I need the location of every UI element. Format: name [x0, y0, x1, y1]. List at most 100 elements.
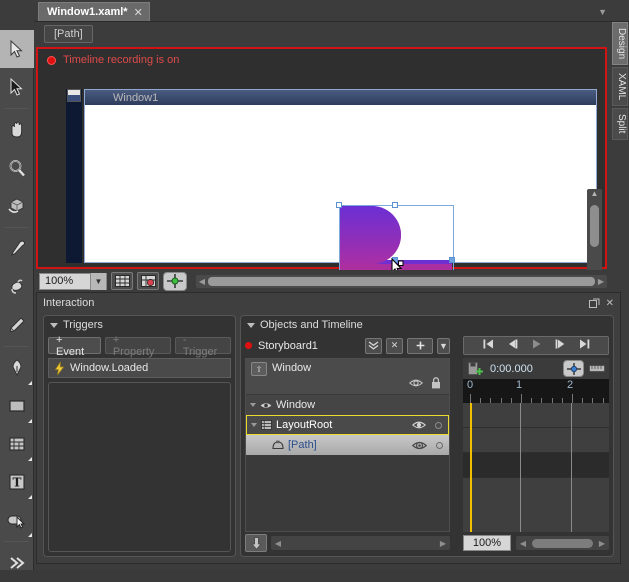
chevron-down-icon[interactable] [247, 323, 255, 328]
tab-design[interactable]: Design [612, 22, 628, 65]
scrollbar-thumb[interactable] [208, 277, 595, 286]
zoom-tool[interactable] [0, 149, 34, 187]
snap-to-gridlines-button[interactable] [137, 272, 159, 290]
timeline-lane[interactable] [463, 403, 609, 428]
document-tab-window1[interactable]: Window1.xaml* ✕ [38, 2, 150, 21]
timeline-current-time: 0:00.000 [490, 363, 533, 375]
breadcrumb-item-path[interactable]: [Path] [44, 25, 93, 43]
brush-tool[interactable] [0, 306, 34, 344]
eye-icon[interactable] [412, 420, 426, 430]
previous-frame-button[interactable] [507, 339, 518, 352]
chevron-down-icon[interactable] [250, 403, 256, 407]
timeline-zoom-value[interactable]: 100% [463, 535, 511, 551]
control-tool[interactable] [0, 501, 34, 539]
expression-blend-window: T Window1.xaml* ✕ ▼ [Path] Des [0, 0, 629, 570]
eyedropper-tool[interactable] [0, 230, 34, 268]
asset-library-tool[interactable] [0, 544, 34, 582]
float-window-icon[interactable] [589, 298, 600, 309]
storyboard-name[interactable]: Storyboard1 [258, 340, 318, 352]
storyboard-dropdown-button[interactable]: ▼ [437, 338, 450, 354]
triggers-panel-header[interactable]: Triggers [44, 316, 235, 334]
next-frame-button[interactable] [555, 339, 566, 352]
close-icon[interactable]: ✕ [606, 298, 614, 309]
close-storyboard-button[interactable]: ✕ [386, 338, 403, 354]
ruler-icon[interactable] [589, 363, 605, 374]
timeline-playhead[interactable] [470, 403, 472, 532]
add-property-trigger-button[interactable]: + Property [105, 337, 171, 354]
tree-row-layoutroot[interactable]: LayoutRoot [246, 415, 449, 435]
resize-handle-nw[interactable] [336, 202, 342, 208]
lock-icon[interactable] [431, 377, 441, 392]
move-down-button[interactable] [245, 534, 267, 552]
lock-toggle-icon[interactable] [435, 422, 442, 429]
paint-bucket-tool[interactable] [0, 268, 34, 306]
show-grid-button[interactable] [111, 272, 133, 290]
preview-window: Window1 [84, 89, 597, 263]
chevron-down-icon[interactable]: ▼ [598, 7, 607, 17]
play-button[interactable] [531, 339, 542, 352]
timeline-grid[interactable] [463, 403, 609, 532]
scrollbar-thumb[interactable] [590, 205, 599, 247]
selection-tool[interactable] [0, 30, 34, 68]
go-to-last-frame-button[interactable] [579, 339, 590, 352]
artboard[interactable]: Window1 [58, 75, 597, 263]
add-keyframe-icon[interactable] [468, 362, 483, 376]
scroll-left-icon[interactable]: ◀ [271, 539, 285, 548]
tab-split[interactable]: Split [612, 108, 628, 139]
record-dot-icon [245, 342, 252, 349]
scroll-right-icon[interactable]: ▶ [595, 277, 607, 286]
direct-selection-tool[interactable] [0, 68, 34, 106]
timeline-horizontal-scrollbar[interactable]: ◀ ▶ [516, 536, 609, 550]
trigger-actions-area[interactable] [48, 382, 231, 552]
zoom-level-value: 100% [45, 275, 73, 287]
new-storyboard-button[interactable] [407, 338, 433, 354]
artboard-horizontal-scrollbar[interactable]: ◀ ▶ [196, 275, 607, 288]
scroll-left-icon[interactable]: ◀ [196, 277, 208, 286]
resize-handle-center[interactable] [392, 257, 398, 263]
pen-tool[interactable] [0, 349, 34, 387]
tree-row-path[interactable]: [Path] [246, 435, 449, 455]
snap-icon [566, 362, 582, 376]
eye-icon[interactable] [412, 440, 427, 451]
tree-row-window[interactable]: Window [246, 395, 449, 415]
design-surface[interactable]: Timeline recording is on Window1 [36, 47, 607, 269]
eye-icon[interactable] [409, 378, 423, 391]
show-handles-button[interactable] [163, 272, 187, 291]
trigger-list-item[interactable]: Window.Loaded [48, 358, 231, 378]
timeline-recording-banner: Timeline recording is on [38, 49, 605, 71]
timeline-ruler[interactable]: 0 1 2 [463, 379, 609, 403]
add-event-trigger-button[interactable]: + Event [48, 337, 101, 354]
grid-layout-tool[interactable] [0, 425, 34, 463]
preview-window-body[interactable] [85, 105, 596, 262]
chevron-down-icon[interactable]: ▼ [90, 273, 106, 290]
object-tree-horizontal-scrollbar[interactable]: ◀ ▶ [271, 536, 450, 550]
scope-up-icon[interactable]: ⇧ [251, 362, 267, 376]
scroll-left-icon[interactable]: ◀ [516, 539, 530, 548]
scroll-right-icon[interactable]: ▶ [595, 539, 609, 548]
object-tree[interactable]: ⇧ Window [245, 358, 450, 532]
remove-trigger-button[interactable]: - Trigger [175, 337, 231, 354]
scroll-up-icon[interactable]: ▲ [587, 189, 602, 201]
text-tool[interactable]: T [0, 463, 34, 501]
resize-handle-e[interactable] [449, 257, 455, 263]
zoom-level-select[interactable]: 100% ▼ [39, 273, 107, 290]
timeline-lane[interactable] [463, 428, 609, 453]
snap-button[interactable] [563, 360, 584, 377]
resize-handle-n[interactable] [392, 202, 398, 208]
chevron-down-icon[interactable] [50, 323, 58, 328]
storyboard-options-button[interactable] [365, 338, 382, 354]
go-to-first-frame-button[interactable] [483, 339, 494, 352]
pan-tool[interactable] [0, 111, 34, 149]
arrow-icon [9, 40, 25, 58]
close-icon[interactable]: ✕ [134, 6, 143, 19]
scrollbar-thumb[interactable] [532, 539, 593, 548]
lock-toggle-icon[interactable] [436, 442, 443, 449]
scroll-right-icon[interactable]: ▶ [436, 539, 450, 548]
tool-separator [4, 346, 29, 347]
rectangle-tool[interactable] [0, 387, 34, 425]
camera-orbit-tool[interactable] [0, 187, 34, 225]
objects-timeline-header[interactable]: Objects and Timeline [241, 316, 613, 334]
tab-xaml[interactable]: XAML [612, 67, 628, 106]
chevron-down-icon[interactable] [251, 423, 257, 427]
timeline-lane[interactable] [463, 453, 609, 478]
